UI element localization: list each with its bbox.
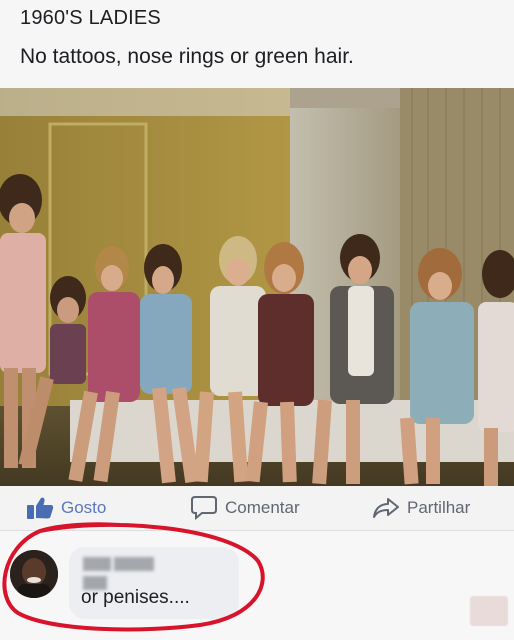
post-caption: No tattoos, nose rings or green hair.: [20, 45, 354, 68]
watermark-logo: [470, 596, 508, 626]
like-button[interactable]: Gosto: [26, 494, 106, 522]
comment-button[interactable]: Comentar: [190, 494, 300, 522]
group-photo-image: [0, 88, 514, 486]
comment-bubble: or penises....: [69, 547, 239, 619]
share-arrow-icon: [372, 496, 400, 520]
commenter-avatar[interactable]: [10, 550, 58, 598]
thumbs-up-icon: [26, 496, 54, 520]
like-label: Gosto: [61, 498, 107, 517]
post-action-bar: Gosto Comentar Partilhar: [0, 486, 514, 531]
commenter-name-obscured[interactable]: [83, 557, 183, 590]
facebook-post: 1960'S LADIES No tattoos, nose rings or …: [0, 0, 514, 640]
share-label: Partilhar: [407, 498, 471, 517]
comment-label: Comentar: [225, 498, 300, 517]
comment-text: or penises....: [81, 587, 190, 608]
post-title: 1960'S LADIES: [20, 7, 161, 29]
speech-bubble-icon: [190, 495, 218, 521]
share-button[interactable]: Partilhar: [372, 494, 470, 522]
post-photo[interactable]: [0, 88, 514, 486]
